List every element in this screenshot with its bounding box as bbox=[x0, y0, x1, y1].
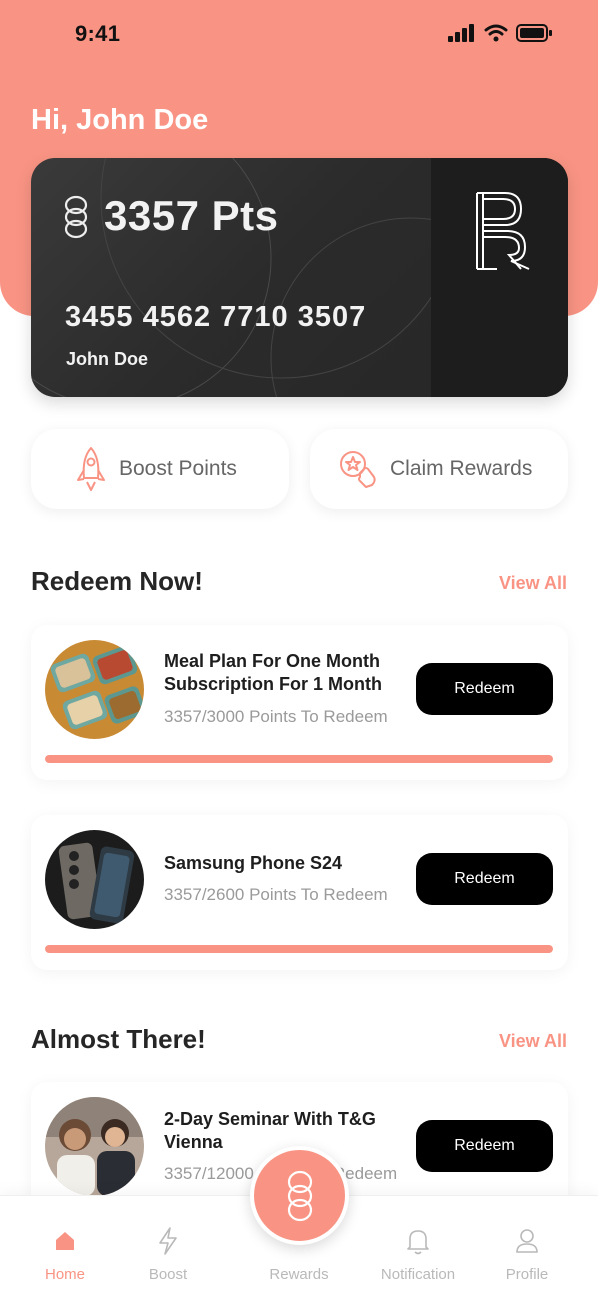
tab-label: Rewards bbox=[269, 1266, 329, 1283]
signal-icon bbox=[448, 24, 474, 42]
bell-icon bbox=[406, 1226, 430, 1256]
card-points: 3357 Pts bbox=[104, 192, 279, 239]
tab-profile[interactable]: Profile bbox=[472, 1196, 582, 1296]
brand-logo-icon bbox=[476, 192, 530, 270]
tab-label: Boost bbox=[148, 1266, 188, 1283]
user-icon bbox=[515, 1226, 539, 1256]
status-time: 9:41 bbox=[75, 21, 121, 46]
tab-notification[interactable]: Notification bbox=[363, 1196, 473, 1296]
redeem-now-title: Redeem Now! bbox=[31, 566, 203, 596]
points-card[interactable]: 3357 Pts 3455 4562 7710 3507 John Doe bbox=[31, 158, 568, 397]
seminar-image bbox=[45, 1097, 144, 1196]
battery-icon bbox=[516, 24, 552, 42]
reward-points-progress-text: 3357/3000 Points To Redeem bbox=[164, 707, 388, 726]
rings-icon bbox=[64, 195, 88, 239]
card-number: 3455 4562 7710 3507 bbox=[65, 301, 367, 333]
home-icon bbox=[54, 1226, 76, 1256]
status-bar: 9:41 bbox=[0, 0, 598, 70]
redeem-button[interactable]: Redeem bbox=[416, 853, 553, 905]
tab-label: Home bbox=[44, 1266, 85, 1283]
tab-label: Notification bbox=[380, 1266, 456, 1283]
wifi-icon bbox=[484, 24, 508, 42]
meal-plan-image bbox=[45, 640, 144, 739]
reward-item-meal-plan[interactable]: Meal Plan For One Month Subscription For… bbox=[31, 625, 568, 780]
redeem-now-view-all-link[interactable]: View All bbox=[499, 573, 567, 594]
claim-rewards-label: Claim Rewards bbox=[390, 457, 533, 480]
progress-bar bbox=[45, 755, 553, 763]
reward-title: 2-Day Seminar With T&G Vienna bbox=[164, 1109, 376, 1152]
reward-title: Samsung Phone S24 bbox=[164, 853, 343, 873]
card-holder-name: John Doe bbox=[66, 349, 149, 369]
tab-home[interactable]: Home bbox=[10, 1196, 120, 1296]
boost-points-label: Boost Points bbox=[119, 457, 237, 480]
progress-bar bbox=[45, 945, 553, 953]
tab-label: Profile bbox=[505, 1266, 549, 1283]
reward-points-progress-text: 3357/2600 Points To Redeem bbox=[164, 885, 388, 904]
progress-fill bbox=[45, 755, 553, 763]
progress-fill bbox=[45, 945, 553, 953]
bolt-icon bbox=[158, 1226, 178, 1256]
reward-item-samsung-phone[interactable]: Samsung Phone S24 3357/2600 Points To Re… bbox=[31, 815, 568, 970]
reward-title: Meal Plan For One Month Subscription For… bbox=[164, 651, 382, 694]
rewards-fab-button[interactable] bbox=[250, 1146, 349, 1245]
almost-there-title: Almost There! bbox=[31, 1024, 206, 1054]
boost-points-button[interactable]: Boost Points bbox=[31, 429, 289, 509]
redeem-button[interactable]: Redeem bbox=[416, 663, 553, 715]
redeem-button[interactable]: Redeem bbox=[416, 1120, 553, 1172]
samsung-phone-image bbox=[45, 830, 144, 929]
rings-icon bbox=[287, 1170, 312, 1221]
claim-rewards-button[interactable]: Claim Rewards bbox=[310, 429, 568, 509]
status-icons bbox=[448, 24, 552, 42]
greeting: Hi, John Doe bbox=[31, 104, 209, 136]
rocket-icon bbox=[75, 445, 107, 493]
star-hand-icon bbox=[338, 445, 378, 493]
tab-boost[interactable]: Boost bbox=[113, 1196, 223, 1296]
almost-there-view-all-link[interactable]: View All bbox=[499, 1031, 567, 1052]
